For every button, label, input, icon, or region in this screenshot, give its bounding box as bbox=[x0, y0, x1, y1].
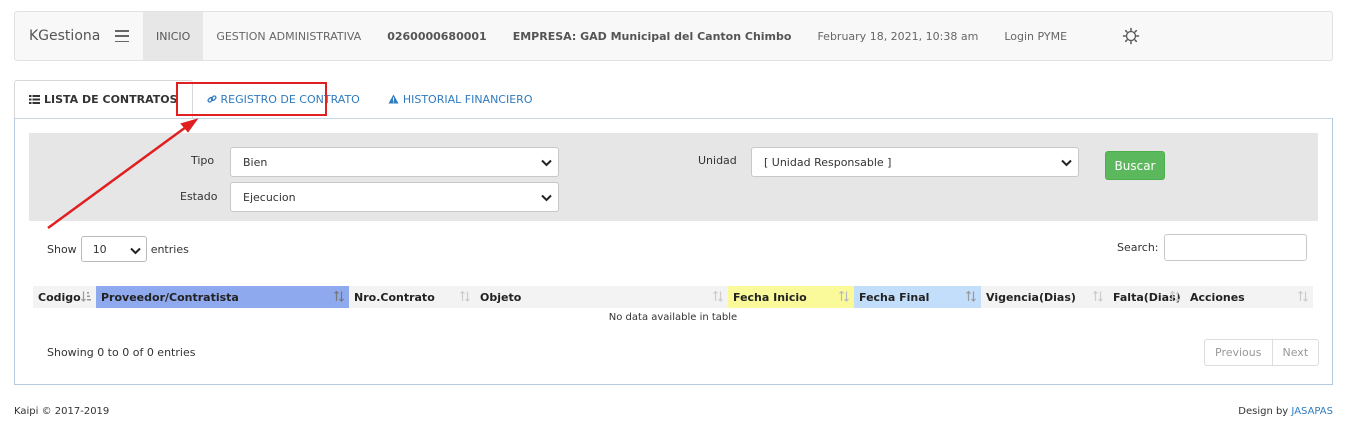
nav-ruc[interactable]: 0260000680001 bbox=[374, 12, 500, 60]
column-vigencia[interactable]: Vigencia(Dias) bbox=[981, 286, 1108, 308]
unidad-label: Unidad bbox=[698, 154, 737, 167]
unidad-select[interactable]: [ Unidad Responsable ] bbox=[751, 147, 1079, 177]
column-falta[interactable]: Falta(Dias) bbox=[1108, 286, 1185, 308]
sort-icon bbox=[713, 290, 723, 305]
footer-design-link[interactable]: JASAPAS bbox=[1291, 406, 1333, 417]
sort-icon bbox=[1170, 290, 1180, 305]
column-label: Fecha Final bbox=[859, 290, 930, 304]
sort-icon bbox=[460, 290, 470, 305]
estado-label: Estado bbox=[180, 190, 218, 203]
top-navbar: KGestiona INICIO GESTION ADMINISTRATIVA … bbox=[14, 11, 1333, 61]
previous-button[interactable]: Previous bbox=[1205, 340, 1272, 365]
tipo-label: Tipo bbox=[191, 154, 215, 167]
list-icon bbox=[29, 95, 40, 104]
chevron-down-icon bbox=[1061, 157, 1072, 170]
column-codigo[interactable]: Codigo bbox=[33, 286, 96, 308]
footer-copyright: Kaipi © 2017-2019 bbox=[14, 406, 110, 417]
nav-empresa[interactable]: EMPRESA: GAD Municipal del Canton Chimbo bbox=[500, 12, 805, 60]
tipo-select[interactable]: Bien bbox=[230, 147, 559, 177]
column-label: Proveedor/Contratista bbox=[101, 290, 239, 304]
estado-select[interactable]: Ejecucion bbox=[230, 182, 559, 212]
highlight-box bbox=[176, 82, 327, 116]
chevron-down-icon bbox=[541, 192, 552, 205]
empty-table-message: No data available in table bbox=[608, 312, 738, 323]
nav-login[interactable]: Login PYME bbox=[991, 12, 1080, 60]
column-nro-contrato[interactable]: Nro.Contrato bbox=[349, 286, 475, 308]
estado-value: Ejecucion bbox=[243, 190, 296, 204]
sort-icon bbox=[966, 290, 976, 305]
sort-icon bbox=[334, 290, 344, 305]
page-length-select[interactable]: 10 bbox=[80, 236, 147, 262]
search-control: Search: bbox=[1117, 234, 1307, 261]
column-label: Objeto bbox=[480, 290, 522, 304]
footer-design-prefix: Design by bbox=[1238, 406, 1289, 417]
search-input[interactable] bbox=[1163, 234, 1307, 261]
entries-label: entries bbox=[150, 242, 189, 256]
sort-icon bbox=[1093, 290, 1103, 305]
length-control: Show 10 entries bbox=[47, 236, 189, 262]
menu-icon[interactable] bbox=[115, 30, 129, 42]
pagination: Previous Next bbox=[1204, 339, 1320, 366]
tab-label: HISTORIAL FINANCIERO bbox=[402, 92, 533, 106]
chevron-down-icon bbox=[541, 157, 552, 170]
column-fecha-final[interactable]: Fecha Final bbox=[854, 286, 981, 308]
nav-datetime: February 18, 2021, 10:38 am bbox=[817, 29, 979, 43]
brand-name[interactable]: KGestiona bbox=[29, 28, 115, 44]
table-info: Showing 0 to 0 of 0 entries bbox=[47, 346, 196, 359]
tab-lista-de-contratos[interactable]: LISTA DE CONTRATOS bbox=[14, 80, 193, 119]
tab-label: LISTA DE CONTRATOS bbox=[44, 93, 178, 106]
contracts-panel: Tipo Bien Estado Ejecucion Unidad [ Unid… bbox=[14, 118, 1333, 385]
unidad-value: [ Unidad Responsable ] bbox=[764, 155, 892, 169]
chevron-down-icon bbox=[129, 245, 141, 258]
column-label: Fecha Inicio bbox=[733, 290, 807, 304]
sort-icon bbox=[1298, 290, 1308, 305]
column-label: Codigo bbox=[38, 290, 81, 304]
column-label: Acciones bbox=[1190, 290, 1245, 304]
show-label: Show bbox=[47, 242, 77, 256]
next-button[interactable]: Next bbox=[1271, 340, 1319, 365]
gear-icon[interactable] bbox=[1122, 27, 1140, 45]
column-objeto[interactable]: Objeto bbox=[475, 286, 728, 308]
page-length-value: 10 bbox=[92, 242, 107, 256]
column-proveedor[interactable]: Proveedor/Contratista bbox=[96, 286, 349, 308]
warning-icon bbox=[388, 94, 399, 104]
sort-icon bbox=[839, 290, 849, 305]
column-acciones[interactable]: Acciones bbox=[1185, 286, 1313, 308]
sort-asc-icon bbox=[81, 291, 91, 305]
tipo-value: Bien bbox=[243, 155, 268, 169]
column-fecha-inicio[interactable]: Fecha Inicio bbox=[728, 286, 854, 308]
footer-design: Design by JASAPAS bbox=[1238, 406, 1333, 417]
column-label: Nro.Contrato bbox=[354, 290, 435, 304]
filter-bar: Tipo Bien Estado Ejecucion Unidad [ Unid… bbox=[29, 133, 1318, 221]
tab-historial-financiero[interactable]: HISTORIAL FINANCIERO bbox=[374, 80, 547, 118]
nav-gestion-administrativa[interactable]: GESTION ADMINISTRATIVA bbox=[203, 12, 374, 60]
column-label: Vigencia(Dias) bbox=[986, 290, 1076, 304]
buscar-button[interactable]: Buscar bbox=[1105, 151, 1165, 180]
table-header: Codigo Proveedor/Contratista Nro.Contrat… bbox=[33, 286, 1313, 308]
search-label: Search: bbox=[1117, 241, 1159, 254]
nav-inicio[interactable]: INICIO bbox=[143, 12, 204, 60]
